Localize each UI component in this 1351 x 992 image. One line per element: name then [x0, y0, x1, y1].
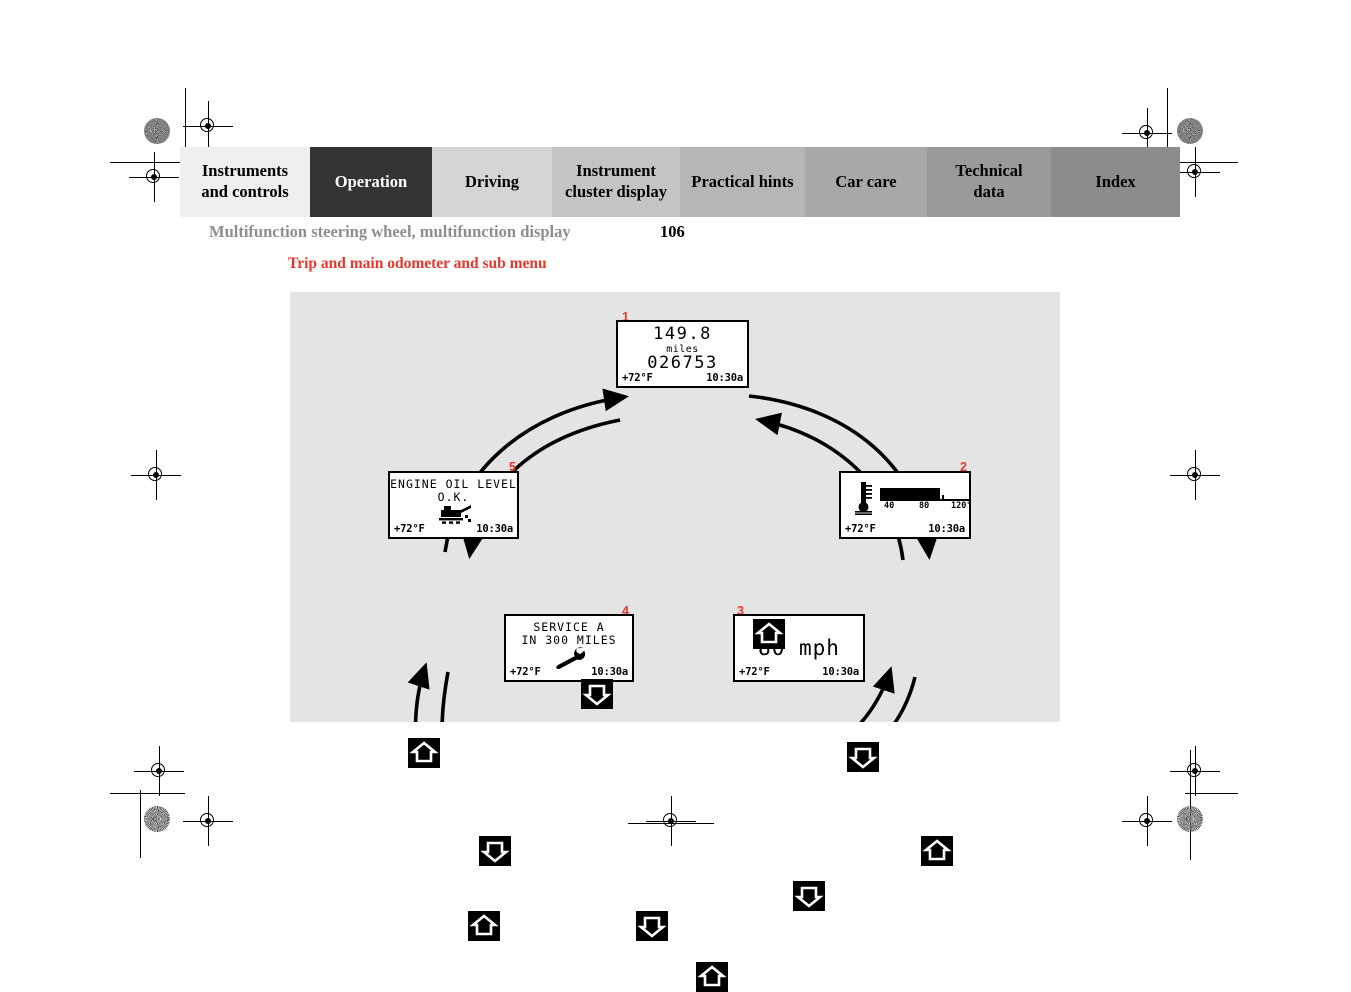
tab-label: Technical	[955, 161, 1023, 181]
oil-level-line-1: ENGINE OIL LEVEL	[390, 477, 517, 491]
tab-car-care[interactable]: Car care	[805, 147, 927, 217]
clock-4: 10:30a	[591, 666, 628, 678]
up-arrow-icon[interactable]	[408, 738, 440, 768]
running-head: Multifunction steering wheel, multifunct…	[209, 222, 571, 241]
oil-can-icon	[438, 504, 471, 524]
rosette-top-right	[1177, 118, 1203, 144]
oil-level-line-2: O.K.	[437, 489, 470, 504]
clock-2: 10:30a	[928, 523, 965, 535]
tab-instruments-and-controls[interactable]: Instruments and controls	[180, 147, 310, 217]
coolant-label-40: 40	[884, 501, 895, 511]
up-arrow-icon[interactable]	[921, 836, 953, 866]
page-number: 106	[660, 222, 685, 241]
rosette-bottom-right	[1177, 806, 1203, 832]
down-arrow-icon[interactable]	[847, 742, 879, 772]
up-arrow-icon[interactable]	[468, 911, 500, 941]
tab-label: Operation	[334, 171, 408, 191]
tab-label-line2: data	[973, 182, 1005, 201]
rosette-bottom-left	[144, 806, 170, 832]
tab-label: Instruments	[201, 161, 289, 181]
tab-technical-data[interactable]: Technical data	[927, 147, 1051, 217]
tab-driving[interactable]: Driving	[432, 147, 552, 217]
section-title: Trip and main odometer and sub menu	[288, 255, 547, 272]
crop-line-left-horizontal-top	[110, 162, 182, 163]
tab-label: Instrument	[576, 161, 656, 181]
outside-temperature-4: +72°F	[510, 666, 541, 678]
tab-practical-hints[interactable]: Practical hints	[680, 147, 805, 217]
service-readout: SERVICE A IN 300 MILES	[506, 621, 632, 669]
clock-5: 10:30a	[476, 523, 513, 535]
registration-target-left-middle	[131, 450, 181, 500]
down-arrow-icon-glyph	[794, 886, 824, 908]
thermometer-icon	[855, 482, 872, 515]
registration-target-top-left	[183, 101, 233, 151]
up-arrow-icon-glyph	[469, 914, 499, 936]
registration-target-bottom-left	[134, 746, 184, 796]
tab-instrument-cluster-display[interactable]: Instrument cluster display	[552, 147, 680, 217]
odometer-readout: 149.8 miles 026753	[618, 324, 747, 373]
lcd-screen-service-interval: SERVICE A IN 300 MILES +72°F 10:30a	[504, 614, 634, 682]
tab-label-line2: cluster display	[565, 182, 667, 201]
down-arrow-icon[interactable]	[793, 881, 825, 911]
down-arrow-icon-glyph	[848, 747, 878, 769]
coolant-label-120: 120°C	[951, 501, 971, 511]
registration-target-bottom-center	[646, 796, 696, 846]
tab-label-line2: and controls	[201, 182, 289, 201]
registration-target-bottom-left-lower	[183, 796, 233, 846]
down-arrow-icon-glyph	[480, 841, 510, 863]
tab-label: Driving	[464, 171, 520, 191]
clock-1: 10:30a	[706, 372, 743, 384]
down-arrow-icon-glyph	[637, 916, 667, 938]
registration-target-left-upper	[129, 152, 179, 202]
outside-temperature-3: +72°F	[739, 666, 770, 678]
up-arrow-icon-glyph	[697, 965, 727, 987]
down-arrow-icon[interactable]	[479, 836, 511, 866]
registration-target-right-middle	[1170, 450, 1220, 500]
registration-target-top-right	[1122, 108, 1172, 158]
up-arrow-icon[interactable]	[753, 619, 785, 649]
registration-target-right-upper	[1170, 147, 1220, 197]
crop-line-left-horizontal-bottom	[110, 793, 185, 794]
oil-level-readout: ENGINE OIL LEVEL O.K.	[390, 478, 517, 524]
trip-distance-value: 149.8	[653, 324, 712, 344]
rosette-top-left	[144, 118, 170, 144]
up-arrow-icon-glyph	[409, 741, 439, 763]
coolant-label-80: 80	[919, 501, 930, 511]
lcd-screen-odometer: 149.8 miles 026753 +72°F 10:30a	[616, 320, 749, 388]
crop-line-bottom-left-vertical	[140, 790, 141, 858]
down-arrow-icon[interactable]	[581, 679, 613, 709]
clock-3: 10:30a	[822, 666, 859, 678]
up-arrow-icon-glyph	[754, 622, 784, 644]
coolant-gauge-tick-1	[910, 495, 912, 500]
service-line-1: SERVICE A	[533, 620, 605, 634]
crop-line-right-horizontal-bottom	[1185, 793, 1238, 794]
outside-temperature-5: +72°F	[394, 523, 425, 535]
menu-cycle-diagram: 1 149.8 miles 026753 +72°F 10:30a 2 40 8…	[290, 292, 1060, 992]
outside-temperature-2: +72°F	[845, 523, 876, 535]
tab-label: Index	[1095, 171, 1136, 191]
main-odometer-value: 026753	[647, 352, 718, 373]
tab-operation[interactable]: Operation	[310, 147, 432, 217]
lcd-footer-4: +72°F 10:30a	[510, 666, 628, 678]
coolant-gauge-tick-2	[942, 495, 944, 500]
tab-index[interactable]: Index	[1051, 147, 1180, 217]
up-arrow-icon-glyph	[922, 839, 952, 861]
lcd-screen-coolant-temperature: 40 80 120°C +72°F 10:30a	[839, 471, 971, 539]
coolant-gauge: 40 80 120°C	[847, 481, 969, 515]
lcd-footer-1: +72°F 10:30a	[622, 372, 743, 384]
lcd-footer-3: +72°F 10:30a	[739, 666, 859, 678]
tab-label: Practical hints	[691, 171, 794, 191]
lcd-screen-engine-oil-level: ENGINE OIL LEVEL O.K. +72°F 10:30a	[388, 471, 519, 539]
tab-label: Car care	[835, 171, 897, 191]
down-arrow-icon[interactable]	[636, 911, 668, 941]
chapter-tab-bar: Instruments and controls Operation Driving I…	[180, 147, 1180, 217]
service-line-2: IN 300 MILES	[521, 632, 617, 647]
registration-target-bottom-right-lower	[1122, 796, 1172, 846]
lcd-footer-5: +72°F 10:30a	[394, 523, 513, 535]
lcd-footer-2: +72°F 10:30a	[845, 523, 965, 535]
outside-temperature-1: +72°F	[622, 372, 653, 384]
down-arrow-icon-glyph	[582, 684, 612, 706]
up-arrow-icon[interactable]	[696, 962, 728, 992]
registration-target-bottom-right	[1170, 746, 1220, 796]
